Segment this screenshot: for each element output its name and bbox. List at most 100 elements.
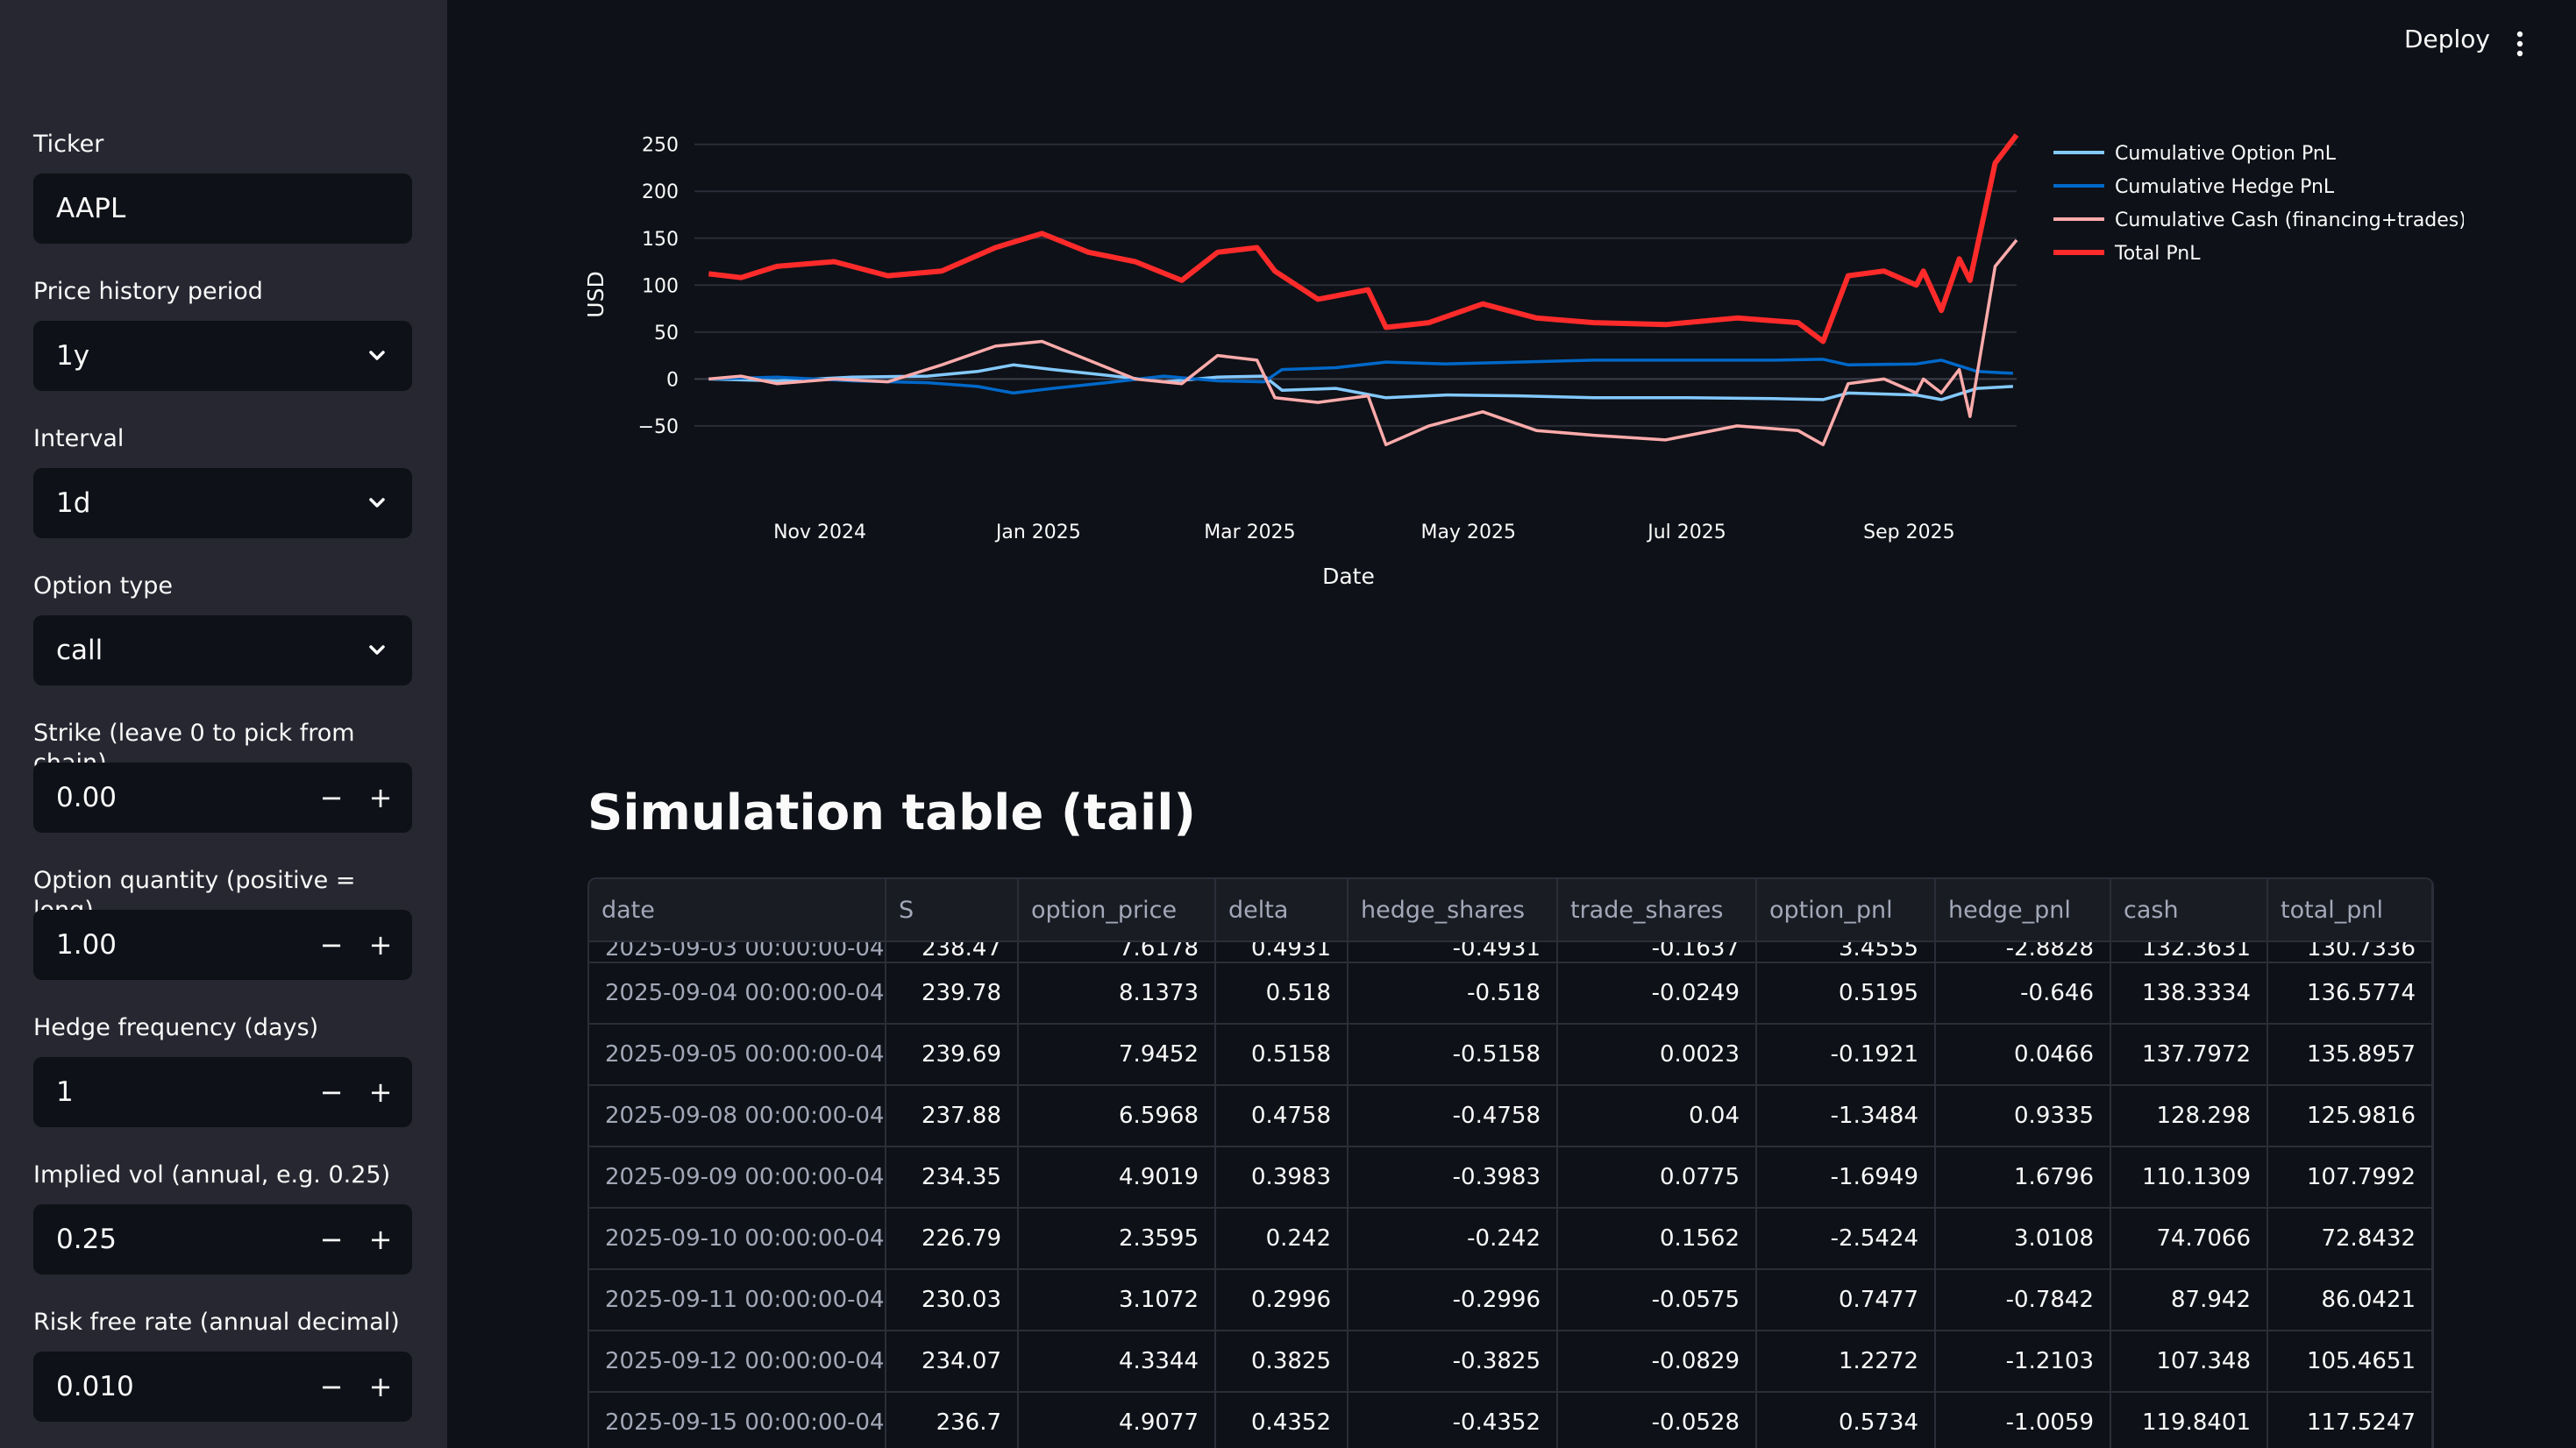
- hedge-frequency-increment-button[interactable]: +: [356, 1057, 405, 1127]
- risk-free-increment-button[interactable]: +: [356, 1352, 405, 1422]
- cell-option-pnl[interactable]: 0.7477: [1756, 1269, 1936, 1331]
- cell-date[interactable]: 2025-09-15 00:00:00-04:00: [589, 1392, 886, 1448]
- cell-total-pnl[interactable]: 130.7336: [2267, 941, 2432, 963]
- cell-date[interactable]: 2025-09-03 00:00:00-04:00: [589, 941, 886, 963]
- column-header-option-price[interactable]: option_price: [1018, 879, 1216, 942]
- cell-delta[interactable]: 0.3983: [1215, 1146, 1348, 1209]
- cell-S[interactable]: 236.7: [886, 1392, 1019, 1448]
- cell-delta[interactable]: 0.2996: [1215, 1269, 1348, 1331]
- column-header-total-pnl[interactable]: total_pnl: [2267, 879, 2432, 942]
- cell-option-price[interactable]: 3.1072: [1018, 1269, 1216, 1331]
- column-header-S[interactable]: S: [886, 879, 1019, 942]
- quantity-decrement-button[interactable]: −: [307, 910, 356, 980]
- cell-option-price[interactable]: 4.9019: [1018, 1146, 1216, 1209]
- cell-trade-shares[interactable]: 0.0775: [1557, 1146, 1757, 1209]
- column-header-cash[interactable]: cash: [2110, 879, 2268, 942]
- cell-trade-shares[interactable]: 0.0023: [1557, 1024, 1757, 1086]
- implied-vol-decrement-button[interactable]: −: [307, 1204, 356, 1274]
- column-header-date[interactable]: date: [589, 879, 886, 942]
- cell-total-pnl[interactable]: 136.5774: [2267, 962, 2432, 1025]
- table-row[interactable]: 2025-09-11 00:00:00-04:00230.033.10720.2…: [589, 1269, 2432, 1331]
- column-header-hedge-pnl[interactable]: hedge_pnl: [1935, 879, 2111, 942]
- cell-option-pnl[interactable]: -1.3484: [1756, 1085, 1936, 1147]
- cell-S[interactable]: 226.79: [886, 1208, 1019, 1270]
- cell-delta[interactable]: 0.5158: [1215, 1024, 1348, 1086]
- cell-hedge-shares[interactable]: -0.518: [1348, 962, 1558, 1025]
- hedge-frequency-input[interactable]: 1 − +: [33, 1057, 412, 1127]
- column-header-hedge-shares[interactable]: hedge_shares: [1348, 879, 1558, 942]
- cell-cash[interactable]: 138.3334: [2110, 962, 2268, 1025]
- cell-hedge-shares[interactable]: -0.4758: [1348, 1085, 1558, 1147]
- cell-delta[interactable]: 0.4352: [1215, 1392, 1348, 1448]
- column-header-delta[interactable]: delta: [1215, 879, 1348, 942]
- cell-option-price[interactable]: 8.1373: [1018, 962, 1216, 1025]
- cell-trade-shares[interactable]: -0.0528: [1557, 1392, 1757, 1448]
- period-select[interactable]: 1y: [33, 321, 412, 391]
- table-row[interactable]: 2025-09-03 00:00:00-04:00238.477.61780.4…: [589, 941, 2432, 963]
- implied-vol-input[interactable]: 0.25 − +: [33, 1204, 412, 1274]
- cell-trade-shares[interactable]: -0.1637: [1557, 941, 1757, 963]
- cell-option-pnl[interactable]: -2.5424: [1756, 1208, 1936, 1270]
- cell-total-pnl[interactable]: 125.9816: [2267, 1085, 2432, 1147]
- table-row[interactable]: 2025-09-04 00:00:00-04:00239.788.13730.5…: [589, 962, 2432, 1025]
- cell-cash[interactable]: 128.298: [2110, 1085, 2268, 1147]
- cell-hedge-pnl[interactable]: 0.9335: [1935, 1085, 2111, 1147]
- cell-S[interactable]: 239.69: [886, 1024, 1019, 1086]
- cell-hedge-shares[interactable]: -0.4352: [1348, 1392, 1558, 1448]
- implied-vol-increment-button[interactable]: +: [356, 1204, 405, 1274]
- table-row[interactable]: 2025-09-10 00:00:00-04:00226.792.35950.2…: [589, 1208, 2432, 1270]
- cell-option-pnl[interactable]: 3.4555: [1756, 941, 1936, 963]
- strike-input[interactable]: 0.00 − +: [33, 763, 412, 833]
- cell-hedge-shares[interactable]: -0.4931: [1348, 941, 1558, 963]
- cell-date[interactable]: 2025-09-10 00:00:00-04:00: [589, 1208, 886, 1270]
- cell-hedge-pnl[interactable]: -0.646: [1935, 962, 2111, 1025]
- cell-trade-shares[interactable]: -0.0829: [1557, 1331, 1757, 1393]
- cell-cash[interactable]: 132.3631: [2110, 941, 2268, 963]
- cell-date[interactable]: 2025-09-09 00:00:00-04:00: [589, 1146, 886, 1209]
- cell-delta[interactable]: 0.242: [1215, 1208, 1348, 1270]
- cell-hedge-pnl[interactable]: -2.8828: [1935, 941, 2111, 963]
- cell-option-price[interactable]: 6.5968: [1018, 1085, 1216, 1147]
- cell-option-price[interactable]: 4.9077: [1018, 1392, 1216, 1448]
- option-type-select[interactable]: call: [33, 615, 412, 685]
- cell-option-pnl[interactable]: -1.6949: [1756, 1146, 1936, 1209]
- cell-total-pnl[interactable]: 107.7992: [2267, 1146, 2432, 1209]
- table-row[interactable]: 2025-09-12 00:00:00-04:00234.074.33440.3…: [589, 1331, 2432, 1393]
- cell-option-pnl[interactable]: 0.5734: [1756, 1392, 1936, 1448]
- cell-S[interactable]: 234.07: [886, 1331, 1019, 1393]
- hedge-frequency-decrement-button[interactable]: −: [307, 1057, 356, 1127]
- table-row[interactable]: 2025-09-08 00:00:00-04:00237.886.59680.4…: [589, 1085, 2432, 1147]
- cell-hedge-shares[interactable]: -0.3983: [1348, 1146, 1558, 1209]
- cell-total-pnl[interactable]: 72.8432: [2267, 1208, 2432, 1270]
- cell-date[interactable]: 2025-09-05 00:00:00-04:00: [589, 1024, 886, 1086]
- cell-hedge-shares[interactable]: -0.242: [1348, 1208, 1558, 1270]
- cell-hedge-pnl[interactable]: 1.6796: [1935, 1146, 2111, 1209]
- strike-increment-button[interactable]: +: [356, 763, 405, 833]
- cell-cash[interactable]: 137.7972: [2110, 1024, 2268, 1086]
- cell-cash[interactable]: 87.942: [2110, 1269, 2268, 1331]
- kebab-menu-icon[interactable]: [2511, 26, 2529, 61]
- cell-hedge-pnl[interactable]: -0.7842: [1935, 1269, 2111, 1331]
- cell-hedge-pnl[interactable]: 3.0108: [1935, 1208, 2111, 1270]
- table-row[interactable]: 2025-09-09 00:00:00-04:00234.354.90190.3…: [589, 1146, 2432, 1209]
- cell-date[interactable]: 2025-09-04 00:00:00-04:00: [589, 962, 886, 1025]
- cell-option-pnl[interactable]: 1.2272: [1756, 1331, 1936, 1393]
- cell-date[interactable]: 2025-09-08 00:00:00-04:00: [589, 1085, 886, 1147]
- cell-total-pnl[interactable]: 135.8957: [2267, 1024, 2432, 1086]
- cell-option-price[interactable]: 4.3344: [1018, 1331, 1216, 1393]
- cell-trade-shares[interactable]: -0.0249: [1557, 962, 1757, 1025]
- cell-option-price[interactable]: 2.3595: [1018, 1208, 1216, 1270]
- cell-option-pnl[interactable]: -0.1921: [1756, 1024, 1936, 1086]
- ticker-input[interactable]: AAPL: [33, 174, 412, 244]
- cell-hedge-shares[interactable]: -0.5158: [1348, 1024, 1558, 1086]
- cell-option-pnl[interactable]: 0.5195: [1756, 962, 1936, 1025]
- cell-option-price[interactable]: 7.6178: [1018, 941, 1216, 963]
- cell-trade-shares[interactable]: 0.04: [1557, 1085, 1757, 1147]
- cell-hedge-shares[interactable]: -0.3825: [1348, 1331, 1558, 1393]
- quantity-increment-button[interactable]: +: [356, 910, 405, 980]
- interval-select[interactable]: 1d: [33, 468, 412, 538]
- cell-cash[interactable]: 74.7066: [2110, 1208, 2268, 1270]
- deploy-button[interactable]: Deploy: [2404, 25, 2490, 53]
- cell-trade-shares[interactable]: -0.0575: [1557, 1269, 1757, 1331]
- table-row[interactable]: 2025-09-05 00:00:00-04:00239.697.94520.5…: [589, 1024, 2432, 1086]
